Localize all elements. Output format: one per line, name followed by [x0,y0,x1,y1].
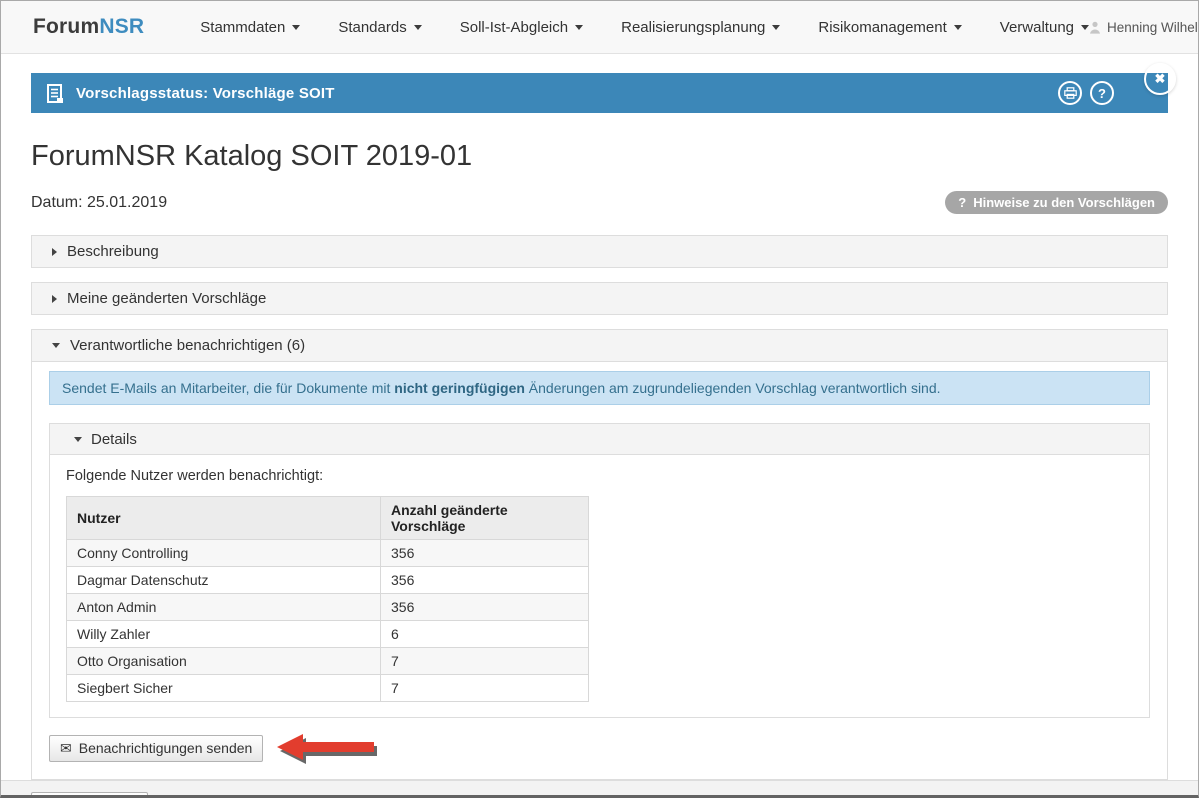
hints-badge[interactable]: ? Hinweise zu den Vorschlägen [945,191,1168,214]
chevron-down-icon [292,25,300,30]
triangle-right-icon [52,248,57,256]
nav-item-label: Standards [338,19,406,36]
chevron-down-icon [575,25,583,30]
user-name-cell: Conny Controlling [67,540,381,567]
nav-item-soll-ist-abgleich[interactable]: Soll-Ist-Abgleich [460,19,583,36]
user-icon [1089,21,1101,34]
accordion-label: Beschreibung [67,243,159,260]
accordion-beschreibung: Beschreibung [31,235,1168,268]
triangle-down-icon [74,437,82,442]
accordion-meine-vorschlaege: Meine geänderten Vorschläge [31,282,1168,315]
triangle-right-icon [52,295,57,303]
nav-item-label: Risikomanagement [818,19,946,36]
accordion-header-meine-vorschlaege[interactable]: Meine geänderten Vorschläge [31,282,1168,315]
page-footer: ✖ Schließen [1,780,1198,798]
details-header[interactable]: Details [50,424,1149,455]
nav-item-label: Stammdaten [200,19,285,36]
chevron-down-icon [954,25,962,30]
accordion-label: Meine geänderten Vorschläge [67,290,266,307]
accordion-header-verantwortliche[interactable]: Verantwortliche benachrichtigen (6) [31,329,1168,362]
details-label: Details [91,431,137,448]
table-row: Anton Admin 356 [67,594,589,621]
hints-badge-label: Hinweise zu den Vorschlägen [973,195,1155,210]
accordion-label: Verantwortliche benachrichtigen (6) [70,337,305,354]
document-icon [47,84,64,103]
count-cell: 7 [381,675,589,702]
panel-close-button[interactable]: ✖ [1144,63,1176,95]
printer-icon [1064,87,1077,99]
close-icon: ✖ [1155,71,1166,87]
chevron-down-icon [772,25,780,30]
nav-menu: Stammdaten Standards Soll-Ist-Abgleich R… [200,19,1089,36]
details-body: Folgende Nutzer werden benachrichtigt: N… [50,455,1149,717]
notify-intro-text: Folgende Nutzer werden benachrichtigt: [66,468,1133,484]
red-arrow-annotation [274,730,380,766]
info-text-bold: nicht geringfügigen [394,380,525,396]
user-name-cell: Siegbert Sicher [67,675,381,702]
date-label: Datum: 25.01.2019 [31,194,167,212]
info-message: Sendet E-Mails an Mitarbeiter, die für D… [49,371,1150,405]
nav-item-label: Soll-Ist-Abgleich [460,19,568,36]
count-cell: 356 [381,540,589,567]
close-page-button[interactable]: ✖ Schließen [31,792,148,798]
date-row: Datum: 25.01.2019 ? Hinweise zu den Vorsc… [31,191,1168,214]
details-panel: Details Folgende Nutzer werden benachric… [49,423,1150,718]
table-header-row: Nutzer Anzahl geänderte Vorschläge [67,497,589,540]
table-row: Otto Organisation 7 [67,648,589,675]
column-header-anzahl: Anzahl geänderte Vorschläge [381,497,589,540]
page-title: ForumNSR Katalog SOIT 2019-01 [31,140,1168,173]
user-name-cell: Anton Admin [67,594,381,621]
panel-title-bar: Vorschlagsstatus: Vorschläge SOIT ? ✖ [31,73,1168,113]
nav-right-area: Henning Wilhelm (ADMINISTRATOR) [1089,12,1199,42]
user-name: Henning Wilhelm [1107,20,1199,35]
nav-item-realisierungsplanung[interactable]: Realisierungsplanung [621,19,780,36]
notified-users-table: Nutzer Anzahl geänderte Vorschläge Conny… [66,496,589,702]
user-name-cell: Dagmar Datenschutz [67,567,381,594]
nav-item-label: Verwaltung [1000,19,1074,36]
info-text: Sendet E-Mails an Mitarbeiter, die für D… [62,380,394,396]
help-button[interactable]: ? [1090,81,1114,105]
logo-part-forum: Forum [33,15,99,38]
nav-item-label: Realisierungsplanung [621,19,765,36]
accordion-verantwortliche: Verantwortliche benachrichtigen (6) Send… [31,329,1168,780]
chevron-down-icon [414,25,422,30]
column-header-nutzer: Nutzer [67,497,381,540]
question-mark-icon: ? [958,195,966,210]
nav-item-risikomanagement[interactable]: Risikomanagement [818,19,961,36]
envelope-icon: ✉ [60,740,72,757]
chevron-down-icon [1081,25,1089,30]
panel-title: Vorschlagsstatus: Vorschläge SOIT [76,85,335,102]
user-menu[interactable]: Henning Wilhelm (ADMINISTRATOR) [1089,20,1199,35]
top-navbar: ForumNSR Stammdaten Standards Soll-Ist-A… [1,1,1198,54]
table-row: Willy Zahler 6 [67,621,589,648]
question-mark-icon: ? [1098,86,1106,101]
count-cell: 356 [381,594,589,621]
main-content: Vorschlagsstatus: Vorschläge SOIT ? ✖ Fo… [1,54,1198,780]
table-row: Conny Controlling 356 [67,540,589,567]
table-row: Siegbert Sicher 7 [67,675,589,702]
count-cell: 6 [381,621,589,648]
count-cell: 356 [381,567,589,594]
app-logo[interactable]: ForumNSR [33,15,144,39]
accordion-body-verantwortliche: Sendet E-Mails an Mitarbeiter, die für D… [31,362,1168,780]
panel-actions: ? [1058,81,1114,105]
user-name-cell: Otto Organisation [67,648,381,675]
send-notifications-button[interactable]: ✉ Benachrichtigungen senden [49,735,263,762]
app-window: ForumNSR Stammdaten Standards Soll-Ist-A… [0,0,1199,798]
info-text: Änderungen am zugrundeliegenden Vorschla… [525,380,941,396]
user-name-cell: Willy Zahler [67,621,381,648]
nav-item-standards[interactable]: Standards [338,19,421,36]
count-cell: 7 [381,648,589,675]
logo-part-nsr: NSR [99,15,144,38]
print-button[interactable] [1058,81,1082,105]
accordion-header-beschreibung[interactable]: Beschreibung [31,235,1168,268]
send-row: ✉ Benachrichtigungen senden [49,730,1150,766]
send-notifications-label: Benachrichtigungen senden [79,740,253,756]
nav-item-stammdaten[interactable]: Stammdaten [200,19,300,36]
table-row: Dagmar Datenschutz 356 [67,567,589,594]
nav-item-verwaltung[interactable]: Verwaltung [1000,19,1089,36]
triangle-down-icon [52,343,60,348]
